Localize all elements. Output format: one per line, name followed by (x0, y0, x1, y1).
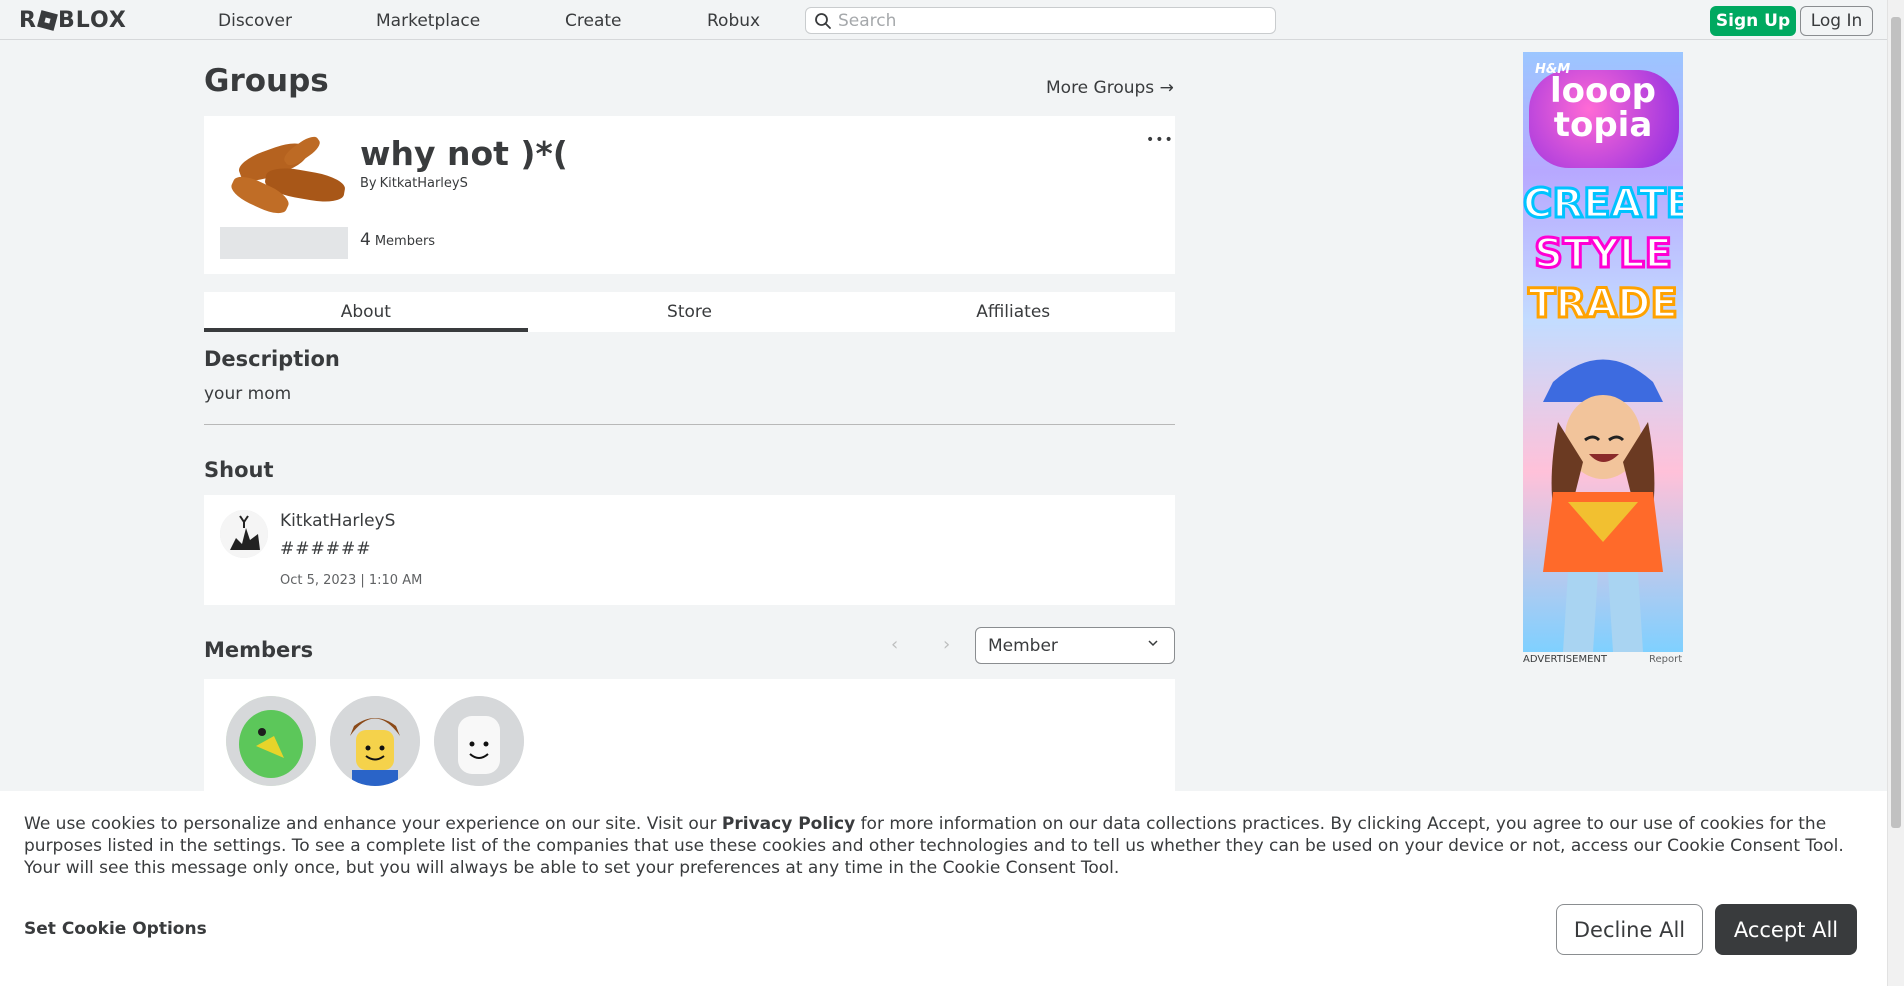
set-cookie-options-link[interactable]: Set Cookie Options (24, 919, 207, 939)
pager-prev-icon[interactable]: ‹ (891, 634, 898, 655)
decline-all-button[interactable]: Decline All (1556, 904, 1703, 955)
shout-body: ###### (280, 539, 372, 559)
cookie-message: We use cookies to personalize and enhanc… (24, 813, 1864, 879)
search-input[interactable] (838, 9, 1268, 32)
group-header-card: why not )*( By KitkatHarleyS 4 Members ••• (204, 116, 1175, 274)
emblem-food-piece (281, 132, 323, 170)
logo-letter-r: R (19, 7, 37, 33)
search-icon[interactable] (814, 12, 832, 30)
pager-next-icon[interactable]: › (943, 634, 950, 655)
logo-letters: BLOX (57, 7, 127, 33)
group-emblem (220, 131, 348, 259)
member-avatar-image (434, 696, 524, 786)
top-navigation: R BLOX Discover Marketplace Create Robux … (0, 0, 1904, 40)
description-heading: Description (204, 347, 340, 371)
member-count-label: Members (374, 234, 436, 249)
owner-link[interactable]: KitkatHarleyS (380, 176, 468, 191)
section-divider (204, 424, 1175, 425)
logo-o-mark (37, 9, 58, 31)
scrollbar-thumb[interactable] (1891, 17, 1901, 828)
ad-word-create: CREATE (1523, 181, 1683, 228)
member-avatar[interactable] (226, 696, 316, 786)
members-heading: Members (204, 638, 314, 662)
more-options-icon[interactable]: ••• (1146, 132, 1174, 148)
shout-card: KitkatHarleyS ###### Oct 5, 2023 | 1:10 … (204, 495, 1175, 605)
group-emblem-image (220, 131, 348, 227)
member-count-value: 4 (360, 230, 371, 250)
avatar-image (220, 510, 268, 558)
cookie-text-part1: We use cookies to personalize and enhanc… (24, 814, 722, 834)
chevron-down-icon (1148, 640, 1158, 647)
by-label: By (360, 176, 377, 191)
member-avatar[interactable] (434, 696, 524, 786)
role-select-value: Member (988, 636, 1058, 656)
advertisement-banner[interactable]: H&M looop topia CREATE STYLE TRADE (1523, 52, 1683, 652)
nav-discover[interactable]: Discover (218, 11, 292, 31)
group-owner-line: By KitkatHarleyS (360, 176, 468, 191)
ad-word-style: STYLE (1533, 231, 1674, 278)
tab-affiliates[interactable]: Affiliates (851, 292, 1175, 332)
log-in-button[interactable]: Log In (1800, 6, 1873, 36)
privacy-policy-link[interactable]: Privacy Policy (722, 814, 855, 834)
cookie-banner: We use cookies to personalize and enhanc… (0, 791, 1887, 986)
ad-label: ADVERTISEMENT (1523, 654, 1608, 665)
nav-create[interactable]: Create (565, 11, 622, 31)
member-avatar[interactable] (330, 696, 420, 786)
shout-heading: Shout (204, 458, 274, 482)
description-text: your mom (204, 384, 292, 404)
page-title: Groups (204, 63, 329, 99)
group-tabs: About Store Affiliates (204, 292, 1175, 332)
member-avatar-image (330, 696, 420, 786)
member-avatar-image (226, 696, 316, 786)
ad-word-trade: TRADE (1527, 281, 1680, 328)
tab-about[interactable]: About (204, 292, 528, 332)
roblox-logo[interactable]: R BLOX (19, 7, 127, 33)
shout-author[interactable]: KitkatHarleyS (280, 511, 395, 531)
nav-robux[interactable]: Robux (707, 11, 760, 31)
members-list (204, 679, 1175, 799)
ad-headline: looop topia (1549, 71, 1657, 145)
member-count: 4 Members (360, 230, 435, 250)
group-name: why not )*( (360, 134, 568, 173)
role-select[interactable]: Member (975, 627, 1175, 664)
nav-marketplace[interactable]: Marketplace (376, 11, 480, 31)
tab-store[interactable]: Store (528, 292, 852, 332)
accept-all-button[interactable]: Accept All (1715, 904, 1857, 955)
sign-up-button[interactable]: Sign Up (1710, 6, 1796, 36)
more-groups-link[interactable]: More Groups → (1046, 78, 1174, 98)
search-box (805, 7, 1276, 34)
ad-character-illustration (1543, 359, 1663, 652)
ad-report-link[interactable]: Report (1649, 654, 1682, 665)
shout-date: Oct 5, 2023 | 1:10 AM (280, 573, 423, 588)
page-scrollbar[interactable] (1887, 0, 1904, 986)
avatar[interactable] (220, 510, 268, 558)
